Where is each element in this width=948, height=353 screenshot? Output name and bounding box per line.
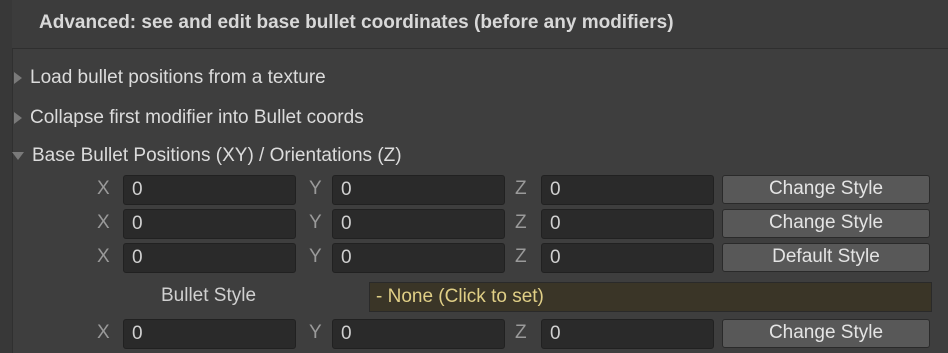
foldout-label: Load bullet positions from a texture	[30, 67, 326, 88]
change-style-button[interactable]: Change Style	[722, 175, 930, 204]
x-label: X	[97, 212, 110, 233]
default-style-button[interactable]: Default Style	[722, 243, 930, 272]
z-field[interactable]: 0	[541, 319, 714, 349]
y-field[interactable]: 0	[332, 209, 505, 239]
x-label: X	[97, 322, 110, 343]
bullet-row: X 0 Y 0 Z 0 Change Style	[0, 208, 948, 240]
foldout-label: Collapse first modifier into Bullet coor…	[30, 107, 364, 128]
bullet-style-label: Bullet Style	[161, 285, 257, 306]
bullet-row: X 0 Y 0 Z 0 Default Style	[0, 242, 948, 274]
chevron-right-icon	[14, 72, 22, 84]
y-label: Y	[309, 178, 322, 199]
z-label: Z	[515, 246, 527, 267]
z-field[interactable]: 0	[541, 243, 714, 273]
chevron-down-icon	[12, 152, 24, 160]
bullet-row: X 0 Y 0 Z 0 Change Style	[0, 174, 948, 206]
foldout-load-texture[interactable]: Load bullet positions from a texture	[12, 63, 326, 93]
x-field[interactable]: 0	[123, 243, 296, 273]
z-field[interactable]: 0	[541, 209, 714, 239]
x-field[interactable]: 0	[123, 209, 296, 239]
section-title: Advanced: see and edit base bullet coord…	[39, 12, 674, 33]
y-label: Y	[309, 322, 322, 343]
foldout-label: Base Bullet Positions (XY) / Orientation…	[32, 145, 402, 166]
z-label: Z	[515, 322, 527, 343]
bullet-style-row: Bullet Style - None (Click to set)	[0, 282, 948, 314]
x-field[interactable]: 0	[123, 175, 296, 205]
y-field[interactable]: 0	[332, 319, 505, 349]
y-label: Y	[309, 212, 322, 233]
x-label: X	[97, 178, 110, 199]
change-style-button[interactable]: Change Style	[722, 209, 930, 238]
z-label: Z	[515, 212, 527, 233]
z-label: Z	[515, 178, 527, 199]
y-field[interactable]: 0	[332, 175, 505, 205]
bullet-style-field[interactable]: - None (Click to set)	[369, 282, 932, 312]
x-field[interactable]: 0	[123, 319, 296, 349]
change-style-button[interactable]: Change Style	[722, 319, 930, 348]
y-label: Y	[309, 246, 322, 267]
x-label: X	[97, 246, 110, 267]
foldout-base-positions[interactable]: Base Bullet Positions (XY) / Orientation…	[12, 141, 402, 171]
foldout-collapse-modifier[interactable]: Collapse first modifier into Bullet coor…	[12, 103, 364, 133]
z-field[interactable]: 0	[541, 175, 714, 205]
y-field[interactable]: 0	[332, 243, 505, 273]
chevron-right-icon	[14, 112, 22, 124]
bullet-row: X 0 Y 0 Z 0 Change Style	[0, 318, 948, 350]
